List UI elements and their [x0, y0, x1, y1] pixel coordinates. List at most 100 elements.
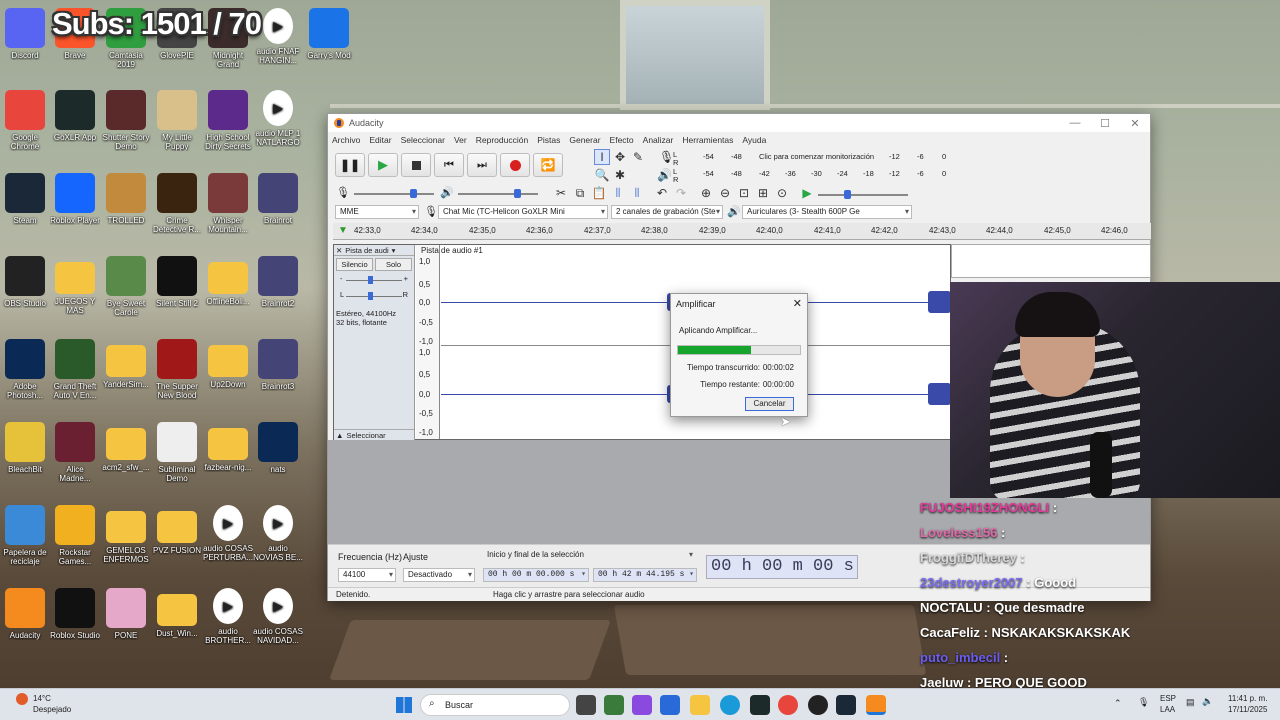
trim-icon[interactable]: ⦀	[610, 185, 626, 201]
close-button[interactable]: ✕	[1120, 117, 1150, 130]
store-icon[interactable]	[660, 695, 680, 715]
fit-project-icon[interactable]: ⊞	[755, 185, 771, 201]
desktop-icon[interactable]: acm2_sfw_...	[101, 422, 151, 472]
desktop-icon[interactable]: Alice Madne...	[50, 422, 100, 483]
network-icon[interactable]: ▤	[1186, 697, 1195, 708]
volume-icon[interactable]: 🔈	[1202, 696, 1213, 707]
undo-icon[interactable]: ↶	[654, 185, 670, 201]
gain-slider[interactable]: - +	[340, 273, 408, 289]
close-track-icon[interactable]: ✕	[336, 246, 342, 255]
weather-text[interactable]: Despejado	[33, 705, 71, 714]
desktop-icon[interactable]: ▶ audio COSAS PERTURBA...	[203, 505, 253, 562]
paste-icon[interactable]: 📋	[591, 185, 607, 201]
tray-mic-icon[interactable]: 🎙	[1138, 697, 1149, 708]
desktop-icon[interactable]: Garry's Mod	[304, 8, 354, 60]
menu-pistas[interactable]: Pistas	[537, 135, 560, 145]
desktop-icon[interactable]: Silent Still 2	[152, 256, 202, 308]
track-area[interactable]: ✕ Pista de audi ▾ Silencio Solo - + L R E…	[333, 244, 951, 441]
file-explorer-icon[interactable]	[690, 695, 710, 715]
desktop-icon[interactable]: JUEGOS Y MAS	[50, 256, 100, 315]
menu-seleccionar[interactable]: Seleccionar	[401, 135, 445, 145]
desktop-icon[interactable]: High School Dirty Secrets	[203, 90, 253, 151]
skip-start-button[interactable]: ⏮	[434, 153, 464, 177]
desktop-icon[interactable]: BleachBit	[0, 422, 50, 474]
play-at-speed-icon[interactable]: ▶	[799, 185, 815, 201]
clock-time[interactable]: 11:41 p. m.	[1228, 694, 1267, 703]
desktop-icon[interactable]: PONE	[101, 588, 151, 640]
audio-position-display[interactable]: 00 h 00 m 00 s	[706, 555, 858, 579]
zoom-toggle-icon[interactable]: ⊙	[774, 185, 790, 201]
zoom-in-icon[interactable]: ⊕	[698, 185, 714, 201]
selection-end-field[interactable]: 00 h 42 m 44.195 s	[593, 568, 697, 582]
pan-slider[interactable]: L R	[340, 289, 408, 305]
menu-archivo[interactable]: Archivo	[332, 135, 360, 145]
menu-editar[interactable]: Editar	[369, 135, 391, 145]
chrome-taskbar-icon[interactable]	[778, 695, 798, 715]
track-name-menu[interactable]: Pista de audi	[345, 246, 388, 255]
desktop-icon[interactable]: Rockstar Games...	[50, 505, 100, 566]
desktop-icon[interactable]: Adobe Photosh...	[0, 339, 50, 400]
fit-selection-icon[interactable]: ⊡	[736, 185, 752, 201]
zoom-out-icon[interactable]: ⊖	[717, 185, 733, 201]
clock-date[interactable]: 17/11/2025	[1228, 705, 1267, 714]
menu-herramientas[interactable]: Herramientas	[682, 135, 733, 145]
desktop-icon[interactable]: Brainrot3	[253, 339, 303, 391]
menu-efecto[interactable]: Efecto	[610, 135, 634, 145]
project-rate-select[interactable]: 44100	[338, 568, 396, 582]
cut-icon[interactable]: ✂	[553, 185, 569, 201]
envelope-tool-icon[interactable]: ✥	[612, 149, 628, 165]
silence-icon[interactable]: ⦀	[629, 185, 645, 201]
playback-meter[interactable]: L R -54 -48 -42 -36 -30 -24 -18 -12 -6 0	[673, 167, 948, 184]
copilot-icon[interactable]	[632, 695, 652, 715]
desktop-icon[interactable]: GEMELOS ENFERMOS	[101, 505, 151, 564]
record-meter[interactable]: L R -54 -48 Clic para comenzar monitoriz…	[673, 150, 948, 167]
desktop-icon[interactable]: OBS Studio	[0, 256, 50, 308]
play-at-speed-slider[interactable]	[818, 190, 908, 199]
cancel-button[interactable]: Cancelar	[745, 397, 794, 411]
output-device-select[interactable]: Auriculares (3- Stealth 600P Ge	[742, 205, 912, 219]
skip-end-button[interactable]: ⏭	[467, 153, 497, 177]
keyboard-layout[interactable]: LAA	[1160, 705, 1175, 714]
recording-volume-slider[interactable]	[354, 189, 434, 198]
desktop-icon[interactable]: PVZ FUSION	[152, 505, 202, 555]
draw-tool-icon[interactable]: ✎	[630, 149, 646, 165]
desktop-icon[interactable]: Shutter Story Demo	[101, 90, 151, 151]
timeline-ruler[interactable]: ▼ 42:33,0 42:34,0 42:35,0 42:36,0 42:37,…	[333, 223, 1151, 240]
mute-button[interactable]: Silencio	[336, 258, 373, 271]
play-button[interactable]: ▶	[368, 153, 398, 177]
obs-taskbar-icon[interactable]	[808, 695, 828, 715]
playback-volume-slider[interactable]	[458, 189, 538, 198]
desktop-icon[interactable]: Brainrot2	[253, 256, 303, 308]
select-track-button[interactable]: Seleccionar	[346, 431, 385, 440]
menu-reproduccion[interactable]: Reproducción	[476, 135, 528, 145]
taskbar-search-box[interactable]: ⌕ Buscar	[420, 694, 570, 716]
desktop-icon[interactable]: My Little Puppy	[152, 90, 202, 151]
browser-icon[interactable]	[604, 695, 624, 715]
selection-start-field[interactable]: 00 h 00 m 00.000 s	[483, 568, 589, 582]
goxlr-taskbar-icon[interactable]	[750, 695, 770, 715]
desktop-icon[interactable]: ▶ audio COSAS NAVIDAD...	[253, 588, 303, 645]
selection-mode-select[interactable]: Inicio y final de la selección	[483, 549, 695, 563]
desktop-icon[interactable]: ▶ audio NOVIAS BE...	[253, 505, 303, 562]
multi-tool-icon[interactable]: ✱	[612, 167, 628, 183]
desktop-icon[interactable]: GoXLR App	[50, 90, 100, 142]
desktop-icon[interactable]: Bye Sweet Carole	[101, 256, 151, 317]
desktop-icon[interactable]: Subliminal Demo	[152, 422, 202, 483]
zoom-tool-icon[interactable]: 🔍	[594, 167, 610, 183]
desktop-icon[interactable]: Grand Theft Auto V En...	[50, 339, 100, 400]
input-device-select[interactable]: Chat Mic (TC-Helicon GoXLR Mini	[438, 205, 608, 219]
task-view-icon[interactable]	[576, 695, 596, 715]
menu-generar[interactable]: Generar	[569, 135, 600, 145]
menu-ver[interactable]: Ver	[454, 135, 467, 145]
desktop-icon[interactable]: Audacity	[0, 588, 50, 640]
language-indicator[interactable]: ESP	[1160, 694, 1176, 703]
collapse-track-icon[interactable]: ▲	[336, 431, 343, 440]
desktop-icon[interactable]: TROLLED	[101, 173, 151, 225]
desktop-icon[interactable]: Roblox Player	[50, 173, 100, 225]
desktop-icon[interactable]: nats	[253, 422, 303, 474]
desktop-icon[interactable]: Up2Down	[203, 339, 253, 389]
desktop-icon[interactable]: Steam	[0, 173, 50, 225]
desktop-icon[interactable]: Google Chrome	[0, 90, 50, 151]
desktop-icon[interactable]: Crime Detective R...	[152, 173, 202, 234]
loop-button[interactable]: 🔁	[533, 153, 563, 177]
